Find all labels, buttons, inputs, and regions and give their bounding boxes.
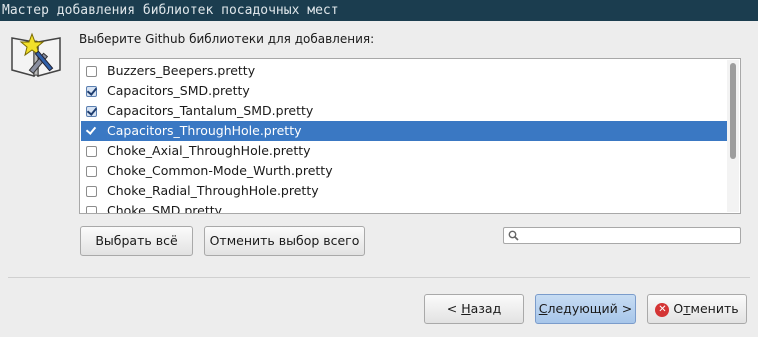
- library-row[interactable]: Choke_SMD.pretty: [81, 201, 727, 214]
- library-name: Choke_Axial_ThroughHole.pretty: [107, 143, 311, 158]
- library-name: Choke_Radial_ThroughHole.pretty: [107, 183, 319, 198]
- library-checkbox[interactable]: [86, 106, 97, 117]
- library-checkbox[interactable]: [86, 86, 97, 97]
- cancel-icon: ✕: [655, 302, 670, 317]
- library-name: Buzzers_Beepers.pretty: [107, 63, 256, 78]
- search-icon: [508, 230, 519, 241]
- library-checkbox[interactable]: [86, 146, 97, 157]
- footer-divider: [8, 277, 750, 278]
- next-button[interactable]: Следующий >: [535, 294, 636, 324]
- select-all-button[interactable]: Выбрать всё: [80, 226, 193, 256]
- back-rest: азад: [470, 301, 502, 316]
- next-rest: ледующий >: [547, 301, 633, 316]
- library-checkbox[interactable]: [86, 186, 97, 197]
- cancel-mnemonic: т: [683, 301, 691, 316]
- library-list[interactable]: Buzzers_Beepers.pretty Capacitors_SMD.pre…: [79, 58, 741, 214]
- cancel-pre: О: [673, 301, 684, 316]
- library-row[interactable]: Capacitors_ThroughHole.pretty: [81, 121, 727, 141]
- library-row[interactable]: Buzzers_Beepers.pretty: [81, 61, 727, 81]
- window-title: Мастер добавления библиотек посадочных м…: [0, 0, 758, 21]
- library-row[interactable]: Capacitors_SMD.pretty: [81, 81, 727, 101]
- back-button[interactable]: < Назад: [424, 294, 524, 324]
- library-name: Choke_Common-Mode_Wurth.pretty: [107, 163, 333, 178]
- library-row[interactable]: Choke_Common-Mode_Wurth.pretty: [81, 161, 727, 181]
- library-checkbox[interactable]: [86, 166, 97, 177]
- search-field[interactable]: [503, 227, 741, 244]
- back-mnemonic: Н: [461, 301, 471, 316]
- search-input[interactable]: [522, 228, 736, 243]
- library-row[interactable]: Choke_Axial_ThroughHole.pretty: [81, 141, 727, 161]
- library-name: Capacitors_Tantalum_SMD.pretty: [107, 103, 314, 118]
- library-row[interactable]: Capacitors_Tantalum_SMD.pretty: [81, 101, 727, 121]
- wizard-book-icon: [11, 32, 61, 78]
- scrollbar-thumb[interactable]: [730, 63, 736, 159]
- library-checkbox[interactable]: [86, 126, 97, 137]
- library-row[interactable]: Choke_Radial_ThroughHole.pretty: [81, 181, 727, 201]
- cancel-rest: менить: [690, 301, 739, 316]
- library-name: Capacitors_SMD.pretty: [107, 83, 250, 98]
- back-prefix: <: [446, 301, 462, 316]
- list-scrollbar[interactable]: [727, 60, 739, 212]
- instruction-label: Выберите Github библиотеки для добавлени…: [79, 32, 375, 46]
- deselect-all-button[interactable]: Отменить выбор всего: [204, 226, 365, 256]
- next-mnemonic: С: [538, 301, 548, 316]
- cancel-button[interactable]: ✕ Отменить: [647, 294, 747, 324]
- library-checkbox[interactable]: [86, 206, 97, 213]
- library-checkbox[interactable]: [86, 66, 97, 77]
- library-name: Choke_SMD.pretty: [107, 203, 223, 214]
- library-name: Capacitors_ThroughHole.pretty: [107, 123, 302, 138]
